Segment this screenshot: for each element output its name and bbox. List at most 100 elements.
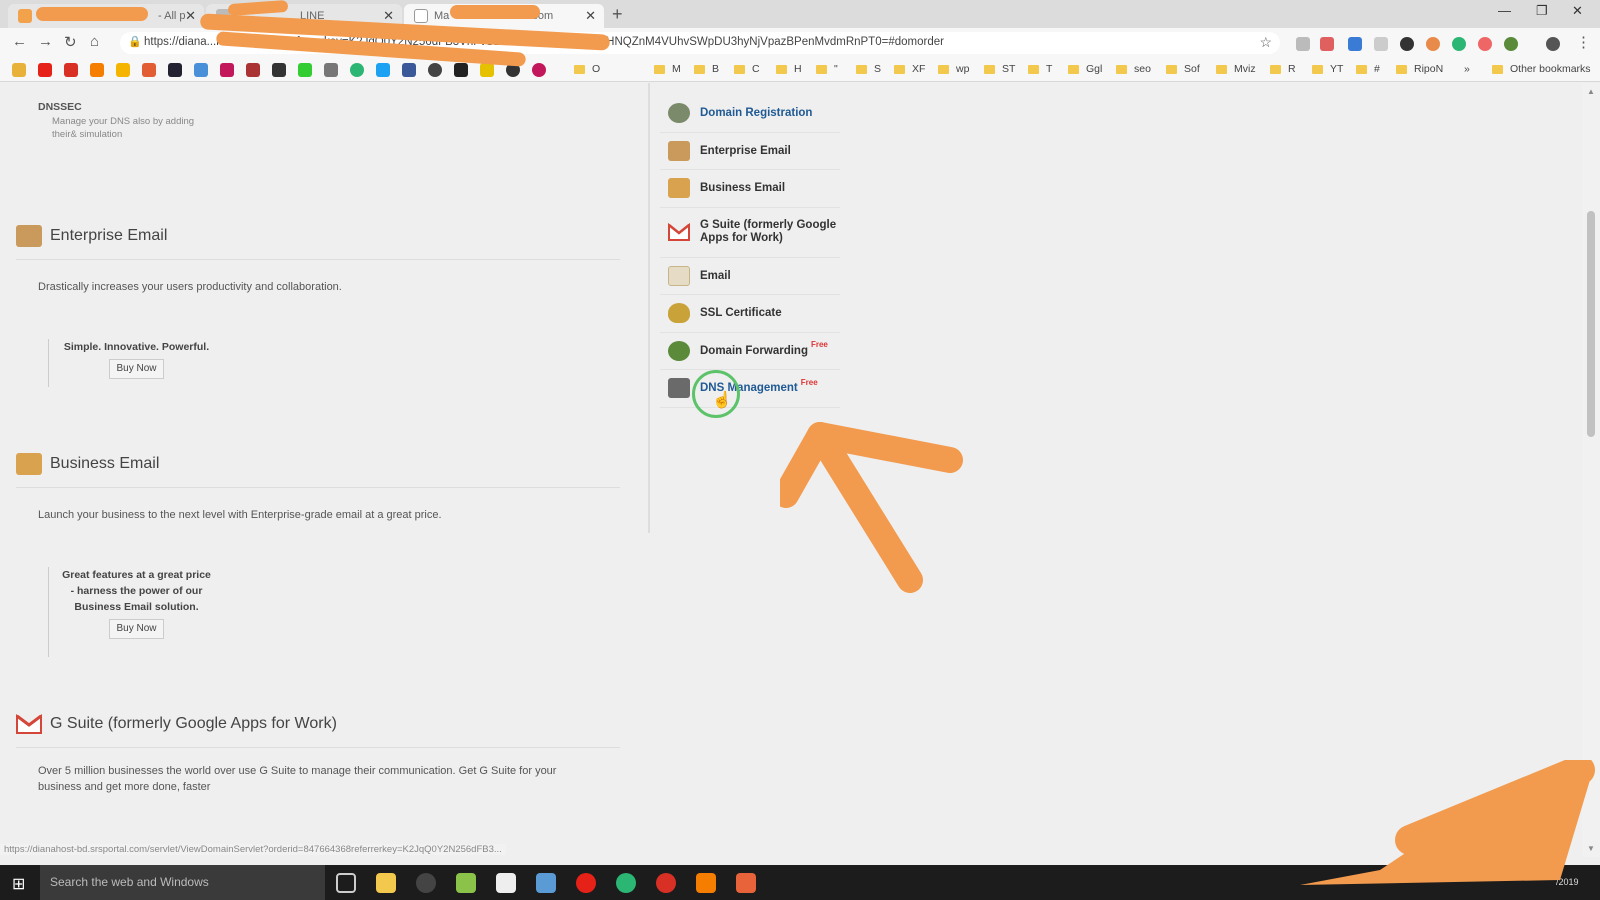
bookmark-folder[interactable]: ST [984, 63, 1015, 75]
back-icon[interactable]: ← [12, 33, 27, 50]
bookmark-folder[interactable]: Ggl [1068, 63, 1102, 75]
reload-icon[interactable]: ↻ [64, 33, 77, 51]
sidebar-item-ssl-certificate[interactable]: SSL Certificate [660, 295, 840, 333]
sidebar-item-enterprise-email[interactable]: Enterprise Email [660, 133, 840, 170]
page-scrollbar[interactable]: ▲ ▼ [1582, 83, 1600, 857]
home-icon[interactable]: ⌂ [90, 33, 99, 50]
bookmark-icon[interactable] [480, 63, 494, 77]
close-tab-icon[interactable]: ✕ [185, 8, 196, 24]
bookmark-folder[interactable]: " [816, 63, 838, 75]
gmail-icon [16, 713, 42, 735]
bookmark-icon[interactable] [428, 63, 442, 77]
sublime-text-icon[interactable] [696, 873, 716, 893]
bookmark-folder[interactable]: B [694, 63, 719, 75]
scrollbar-thumb[interactable] [1587, 211, 1595, 437]
bookmark-folder[interactable]: T [1028, 63, 1052, 75]
tab-label: - All p [158, 10, 186, 22]
bookmark-icon[interactable] [350, 63, 364, 77]
close-window-icon[interactable]: ✕ [1572, 3, 1583, 19]
extension-icon[interactable] [1478, 37, 1492, 51]
buy-now-button[interactable]: Buy Now [109, 359, 164, 379]
amazon-icon[interactable] [454, 63, 468, 77]
xampp-icon[interactable] [736, 873, 756, 893]
sidebar-divider [648, 83, 650, 533]
sidebar-item-domain-forwarding[interactable]: Domain Forwarding Free [660, 333, 840, 370]
extension-icon[interactable] [1296, 37, 1310, 51]
restore-icon[interactable]: ❐ [1536, 3, 1548, 19]
sidebar-item-email[interactable]: Email [660, 258, 840, 295]
bookmark-folder[interactable]: wp [938, 63, 969, 75]
new-tab-icon[interactable]: + [612, 4, 623, 25]
lock-icon: 🔒 [128, 36, 142, 48]
folder-icon [856, 64, 867, 74]
windows-start-icon[interactable]: ⊞ [12, 874, 25, 894]
other-bookmarks[interactable]: Other bookmarks [1492, 63, 1591, 75]
bookmark-folder[interactable]: O [574, 63, 600, 75]
extension-icon[interactable] [1348, 37, 1362, 51]
sidebar-item-domain-registration[interactable]: Domain Registration [660, 95, 840, 133]
bookmark-icon[interactable] [298, 63, 312, 77]
opera-icon[interactable] [576, 873, 596, 893]
bookmark-icon[interactable] [168, 63, 182, 77]
task-view-icon[interactable] [336, 873, 356, 893]
profile-avatar[interactable] [1546, 37, 1560, 51]
file-explorer-icon[interactable] [376, 873, 396, 893]
bookmark-folder[interactable]: # [1356, 63, 1380, 75]
extension-icon[interactable] [1400, 37, 1414, 51]
bookmark-icon[interactable] [64, 63, 78, 77]
extension-icon[interactable] [1452, 37, 1466, 51]
scroll-up-icon[interactable]: ▲ [1587, 87, 1595, 96]
chrome-icon[interactable] [656, 873, 676, 893]
menu-icon[interactable]: ⋮ [1576, 33, 1591, 51]
extension-icon[interactable] [1320, 37, 1334, 51]
bookmark-icon[interactable] [194, 63, 208, 77]
app-icon[interactable] [456, 873, 476, 893]
twitter-icon[interactable] [376, 63, 390, 77]
bookmark-icon[interactable] [246, 63, 260, 77]
blogger-icon[interactable] [90, 63, 104, 77]
bookmark-folder[interactable]: Sof [1166, 63, 1200, 75]
bookmark-icon[interactable] [12, 63, 26, 77]
app-icon[interactable] [416, 873, 436, 893]
close-tab-icon[interactable]: ✕ [383, 8, 394, 24]
chrome-icon[interactable] [616, 873, 636, 893]
minimize-icon[interactable]: — [1498, 3, 1511, 18]
app-icon[interactable] [496, 873, 516, 893]
bookmark-folder[interactable]: R [1270, 63, 1296, 75]
bookmark-folder[interactable]: Mviz [1216, 63, 1256, 75]
folder-icon [1166, 64, 1177, 74]
bookmarks-bar: O M B C H " S XF wp ST T Ggl seo Sof Mvi… [0, 58, 1600, 82]
bookmark-icon[interactable] [142, 63, 156, 77]
taskbar-search[interactable]: Search the web and Windows [40, 865, 325, 900]
extension-icon[interactable] [1374, 37, 1388, 51]
bookmark-folder[interactable]: YT [1312, 63, 1343, 75]
sidebar-item-business-email[interactable]: Business Email [660, 170, 840, 208]
buy-now-button[interactable]: Buy Now [109, 619, 164, 639]
bookmark-star-icon[interactable]: ☆ [1259, 34, 1272, 51]
folder-icon [734, 64, 745, 74]
analytics-icon[interactable] [116, 63, 130, 77]
bookmark-icon[interactable] [532, 63, 546, 77]
facebook-icon[interactable] [402, 63, 416, 77]
forward-icon[interactable]: → [38, 33, 53, 50]
extension-icon[interactable] [1426, 37, 1440, 51]
youtube-icon[interactable] [38, 63, 52, 77]
bookmark-folder[interactable]: RipoN [1396, 63, 1443, 75]
bookmark-folder[interactable]: seo [1116, 63, 1151, 75]
bookmark-icon[interactable] [324, 63, 338, 77]
bookmark-folder[interactable]: C [734, 63, 760, 75]
promo-text: Business Email solution. [74, 601, 199, 613]
extension-icon[interactable] [1504, 37, 1518, 51]
free-badge: Free [800, 377, 818, 387]
sidebar-item-g-suite[interactable]: G Suite (formerly Google Apps for Work) [660, 208, 840, 258]
bookmark-folder[interactable]: H [776, 63, 802, 75]
bookmark-folder[interactable]: XF [894, 63, 925, 75]
folder-icon [1356, 64, 1367, 74]
bookmark-icon[interactable] [272, 63, 286, 77]
close-tab-icon[interactable]: ✕ [585, 8, 596, 24]
more-bookmarks-button[interactable]: » [1464, 63, 1470, 75]
bookmark-folder[interactable]: S [856, 63, 881, 75]
app-icon[interactable] [536, 873, 556, 893]
bookmark-icon[interactable] [220, 63, 234, 77]
bookmark-folder[interactable]: M [654, 63, 681, 75]
